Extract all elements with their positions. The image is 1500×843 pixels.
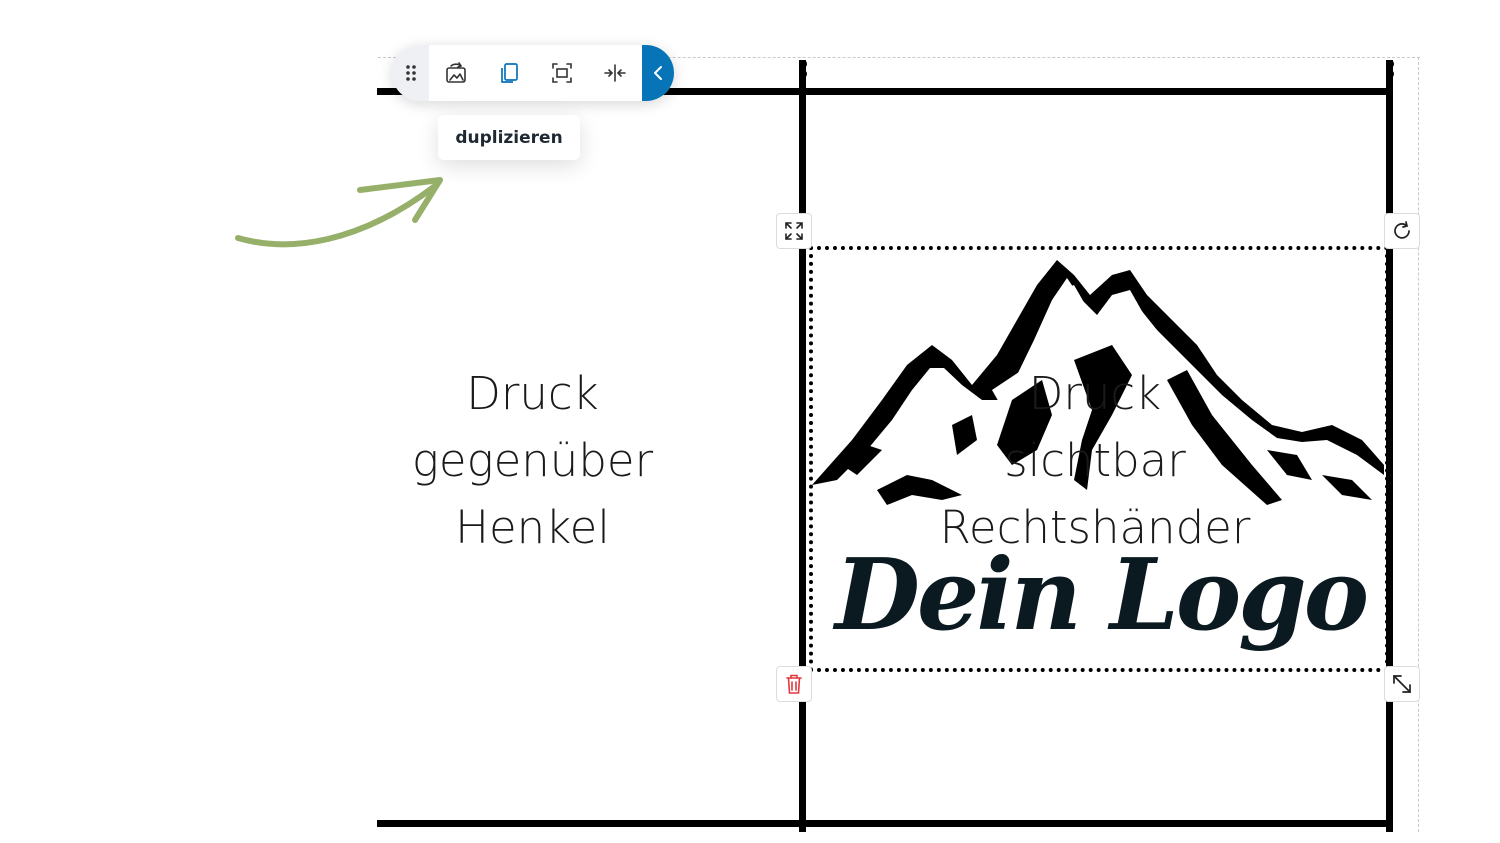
print-zone-divider	[799, 60, 806, 832]
expand-handle[interactable]	[776, 213, 812, 249]
resize-handle[interactable]	[1384, 666, 1420, 702]
grip-dots-icon	[405, 65, 416, 81]
zone-label-line: Druck	[466, 367, 599, 420]
expand-icon	[785, 222, 803, 240]
floating-toolbar	[392, 45, 674, 101]
print-area-dashed-right	[1418, 57, 1419, 832]
duplicate-tooltip: duplizieren	[438, 115, 580, 160]
selection-frame[interactable]	[809, 246, 1389, 672]
chevron-left-icon	[654, 66, 662, 80]
zone-label-line: gegenüber	[411, 434, 654, 487]
resize-icon	[1393, 675, 1411, 693]
rotate-handle[interactable]	[1384, 213, 1420, 249]
center-button[interactable]	[588, 45, 641, 101]
copy-icon	[500, 63, 518, 83]
print-zone-bottom-border	[377, 820, 1393, 827]
annotation-arrow	[235, 177, 443, 248]
duplicate-button[interactable]	[482, 45, 535, 101]
zone-label-opposite-handle: Druck gegenüber Henkel	[380, 360, 685, 561]
divider-dot	[1386, 60, 1394, 68]
delete-handle[interactable]	[776, 666, 812, 702]
divider-dot	[1386, 70, 1394, 78]
divider-dot	[799, 70, 807, 78]
center-align-icon	[603, 64, 626, 82]
replace-image-button[interactable]	[429, 45, 482, 101]
image-refresh-icon	[445, 62, 466, 83]
fit-frame-icon	[551, 63, 572, 83]
trash-icon	[786, 674, 802, 694]
zone-label-line: Henkel	[455, 501, 610, 554]
rotate-icon	[1394, 221, 1410, 239]
fit-to-area-button[interactable]	[535, 45, 588, 101]
divider-dot	[799, 60, 807, 68]
